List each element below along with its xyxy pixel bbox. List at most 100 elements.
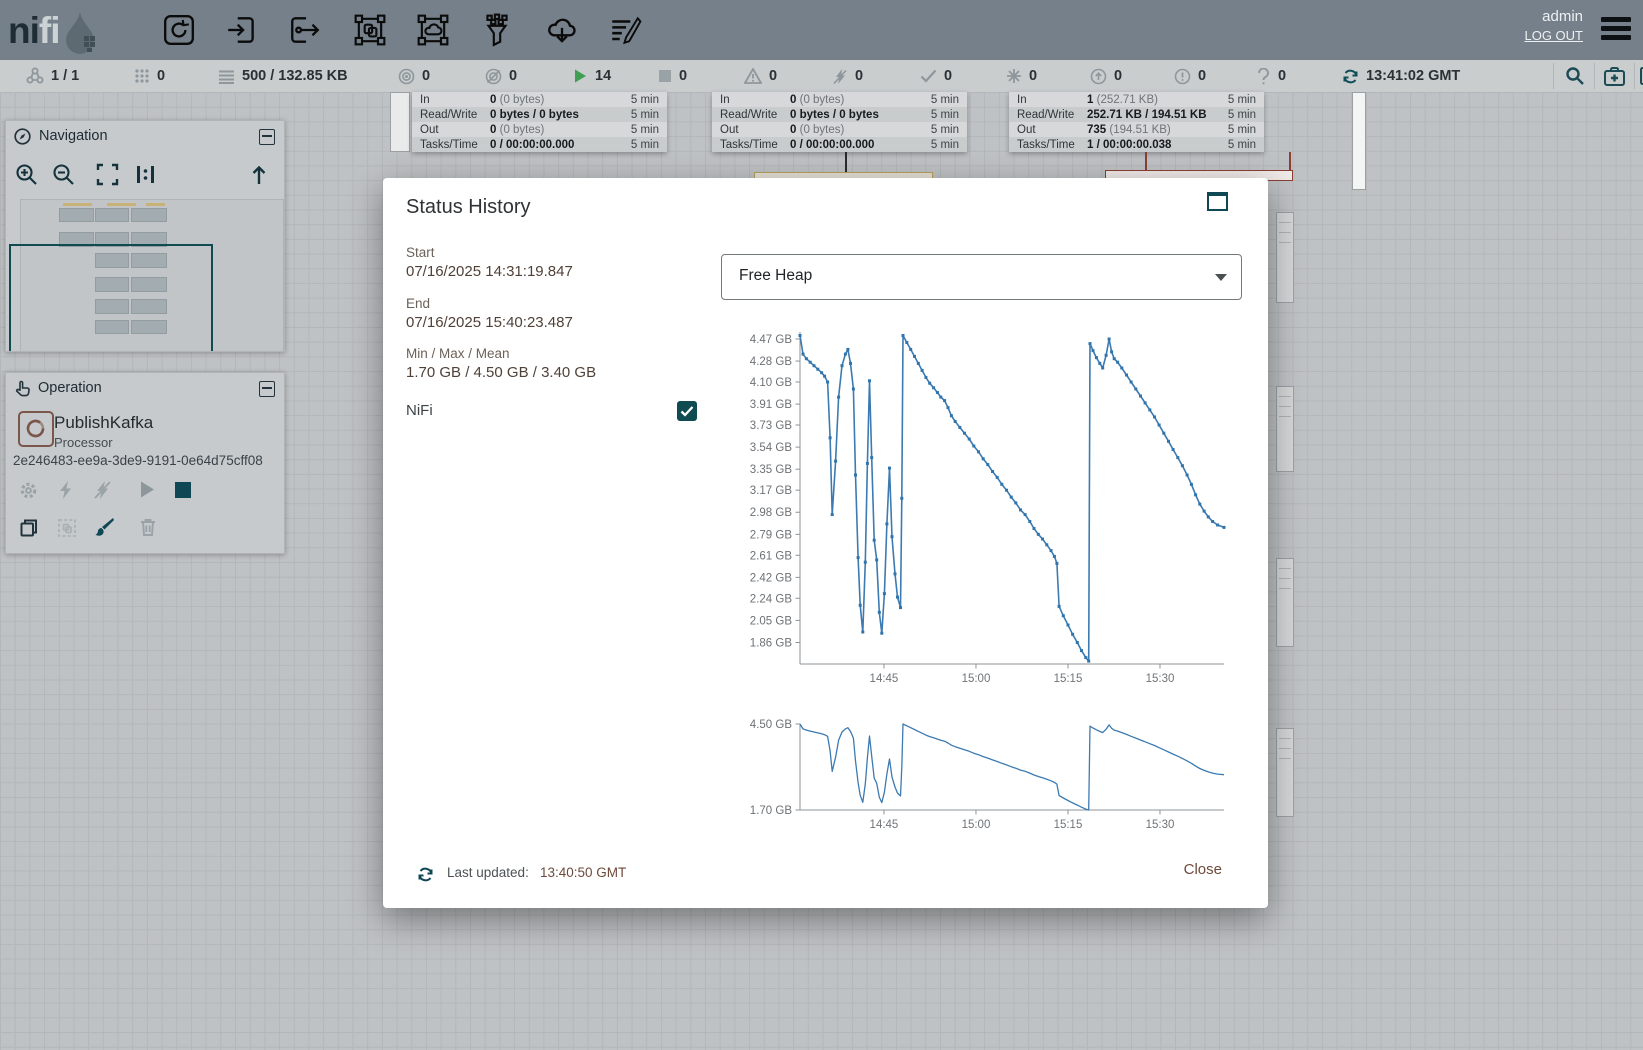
locally-modified-icon <box>1006 68 1022 84</box>
start-button[interactable] <box>138 480 156 499</box>
operation-title: Operation <box>38 380 102 396</box>
table-row: In0 (0 bytes)5 min <box>412 92 667 107</box>
svg-text:2.42 GB: 2.42 GB <box>750 572 793 584</box>
running-status: 14 <box>572 60 611 92</box>
svg-text:2.79 GB: 2.79 GB <box>750 529 793 541</box>
disable-button[interactable] <box>93 480 112 500</box>
operation-panel: Operation PublishKafka Processor 2e24648… <box>5 372 285 554</box>
start-value: 07/16/2025 14:31:19.847 <box>406 263 573 280</box>
zoom-out-button[interactable] <box>52 163 75 186</box>
locally-modified-status: 0 <box>1006 60 1037 92</box>
table-row: Tasks/Time0 / 00:00:00.0005 min <box>712 137 967 152</box>
logout-link[interactable]: LOG OUT <box>1524 28 1583 43</box>
not-transmitting-status: 0 <box>485 60 517 92</box>
stopped-status: 0 <box>658 60 687 92</box>
stop-button[interactable] <box>174 481 192 499</box>
first-aid-icon <box>1604 67 1625 86</box>
group-button[interactable] <box>57 518 77 538</box>
svg-text:14:45: 14:45 <box>870 673 899 685</box>
svg-text:2.24 GB: 2.24 GB <box>750 593 793 605</box>
table-row: Out735 (194.51 KB)5 min <box>1009 122 1264 137</box>
stale-icon <box>1090 68 1107 85</box>
stopped-icon <box>658 69 672 83</box>
zoom-in-button[interactable] <box>15 163 38 186</box>
refresh-button[interactable] <box>417 866 434 883</box>
search-icon <box>1565 66 1585 86</box>
compass-icon <box>14 128 31 145</box>
navigation-panel: Navigation <box>5 120 285 352</box>
play-icon <box>138 480 156 499</box>
cluster-icon <box>26 67 44 85</box>
metric-select[interactable]: Free Heap <box>721 254 1242 300</box>
process-group-icon[interactable] <box>353 13 387 47</box>
end-value: 07/16/2025 15:40:23.487 <box>406 314 573 331</box>
output-port-icon[interactable] <box>288 13 322 47</box>
table-row: Out0 (0 bytes)5 min <box>712 122 967 137</box>
svg-text:15:15: 15:15 <box>1054 819 1083 831</box>
component-fragment <box>1352 92 1366 190</box>
search-button[interactable] <box>1565 60 1585 92</box>
status-history-dialog: Status History Start 07/16/2025 14:31:19… <box>383 178 1268 908</box>
input-port-icon[interactable] <box>225 13 259 47</box>
close-button[interactable]: Close <box>1176 857 1230 882</box>
svg-text:3.54 GB: 3.54 GB <box>750 442 793 454</box>
collapse-operation-button[interactable] <box>259 381 275 397</box>
svg-text:4.28 GB: 4.28 GB <box>750 356 793 368</box>
label-icon[interactable] <box>608 13 642 47</box>
table-row: Read/Write252.71 KB / 194.51 KB5 min <box>1009 107 1264 122</box>
status-bar: 1 / 1 0 500 / 132.85 KB 0 0 14 0 <box>0 60 1643 93</box>
enable-button[interactable] <box>58 480 73 500</box>
processor-stats-table: In0 (0 bytes)5 min Read/Write0 bytes / 0… <box>412 92 667 152</box>
clock-status: 13:41:02 GMT <box>1342 60 1460 92</box>
grid-status: 0 <box>134 60 165 92</box>
maximize-dialog-icon[interactable] <box>1207 192 1228 211</box>
collapse-navigation-button[interactable] <box>259 129 275 145</box>
copy-icon <box>19 518 39 538</box>
clock-time: 13:41:02 GMT <box>1366 68 1460 84</box>
processor-icon[interactable] <box>162 13 196 47</box>
leave-group-button[interactable] <box>249 163 269 186</box>
template-icon[interactable] <box>545 13 579 47</box>
series-checkbox[interactable] <box>677 401 697 421</box>
table-row: In0 (0 bytes)5 min <box>712 92 967 107</box>
component-fragment <box>1276 212 1294 303</box>
configure-button[interactable] <box>19 481 38 500</box>
svg-text:2.61 GB: 2.61 GB <box>750 550 793 562</box>
last-updated-value: 13:40:50 GMT <box>540 865 626 880</box>
delete-button[interactable] <box>139 517 157 537</box>
remote-process-group-icon[interactable] <box>416 13 450 47</box>
table-row: Out0 (0 bytes)5 min <box>412 122 667 137</box>
processor-stats-table: In1 (252.71 KB)5 min Read/Write252.71 KB… <box>1009 92 1264 152</box>
funnel-icon[interactable] <box>480 13 514 47</box>
locally-modified-stale-status: 0 <box>1174 60 1206 92</box>
logo-text-fi: fi <box>39 10 60 52</box>
color-button[interactable] <box>93 516 115 538</box>
paint-brush-icon <box>93 516 115 538</box>
zoom-fit-button[interactable] <box>96 163 119 186</box>
zoom-actual-button[interactable] <box>134 163 157 186</box>
disabled-icon <box>832 68 848 85</box>
selected-component-id: 2e246483-ee9a-3de9-9191-0e64d75cff08 <box>13 453 263 468</box>
svg-text:15:00: 15:00 <box>962 673 991 685</box>
not-transmitting-icon <box>485 68 502 85</box>
grid-icon <box>134 68 150 84</box>
svg-text:14:45: 14:45 <box>870 819 899 831</box>
minimap-viewport[interactable] <box>9 244 213 352</box>
metric-selected-value: Free Heap <box>739 267 812 285</box>
queued-icon <box>218 69 235 84</box>
refresh-icon <box>417 866 434 883</box>
global-menu-icon[interactable] <box>1601 17 1631 43</box>
first-aid-button[interactable] <box>1604 60 1625 92</box>
transmitting-status: 0 <box>398 60 430 92</box>
selected-component-name: PublishKafka <box>54 413 153 433</box>
lightning-slash-icon <box>93 480 112 500</box>
copy-button[interactable] <box>19 518 39 538</box>
table-row: Tasks/Time0 / 00:00:00.0005 min <box>412 137 667 152</box>
component-fragment <box>1276 386 1294 472</box>
lightning-icon <box>58 480 73 500</box>
status-history-overview-chart[interactable]: 4.50 GB1.70 GB14:4515:0015:1515:30 <box>737 714 1242 846</box>
nifi-drop-icon <box>60 8 104 54</box>
table-row: In1 (252.71 KB)5 min <box>1009 92 1264 107</box>
check-icon <box>677 401 697 421</box>
invalid-icon <box>744 68 762 84</box>
